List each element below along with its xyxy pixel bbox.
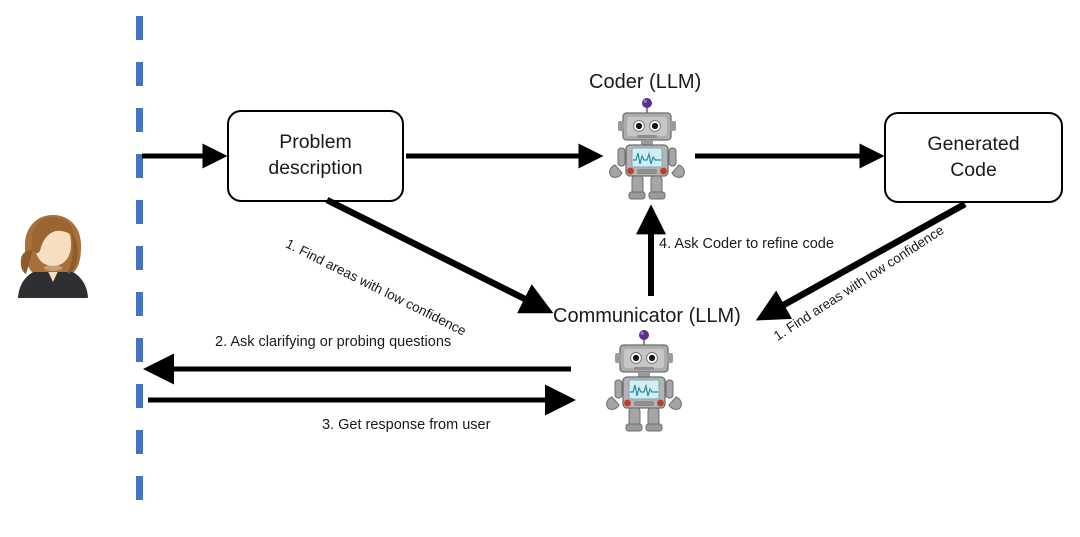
edge-label-step4: 4. Ask Coder to refine code [659,236,834,252]
edge-label-step1-left: 1. Find areas with low confidence [283,236,469,339]
generated-code-line2: Code [950,158,997,181]
robot-icon-coder [609,98,685,200]
problem-description-box: Problem description [227,110,404,202]
robot-icon-communicator [606,330,682,432]
problem-description-line2: description [268,157,363,179]
user-avatar-icon [18,215,88,298]
arrow-problem-to-communicator [325,197,554,314]
edge-label-step3: 3. Get response from user [322,417,491,433]
coder-title-label: Coder (LLM) [589,71,702,93]
generated-code-box: Generated Code [884,112,1063,203]
edge-label-step2: 2. Ask clarifying or probing questions [215,334,452,350]
generated-code-line1: Generated [927,132,1020,155]
communicator-title-label: Communicator (LLM) [553,305,741,327]
user-boundary-dashed-line [136,16,143,521]
arrow-generated-code-to-communicator [755,201,967,321]
diagram-canvas: Problem description Generated Code Coder… [0,0,1080,537]
arrow-layer [142,143,967,416]
problem-description-line1: Problem [279,131,352,154]
